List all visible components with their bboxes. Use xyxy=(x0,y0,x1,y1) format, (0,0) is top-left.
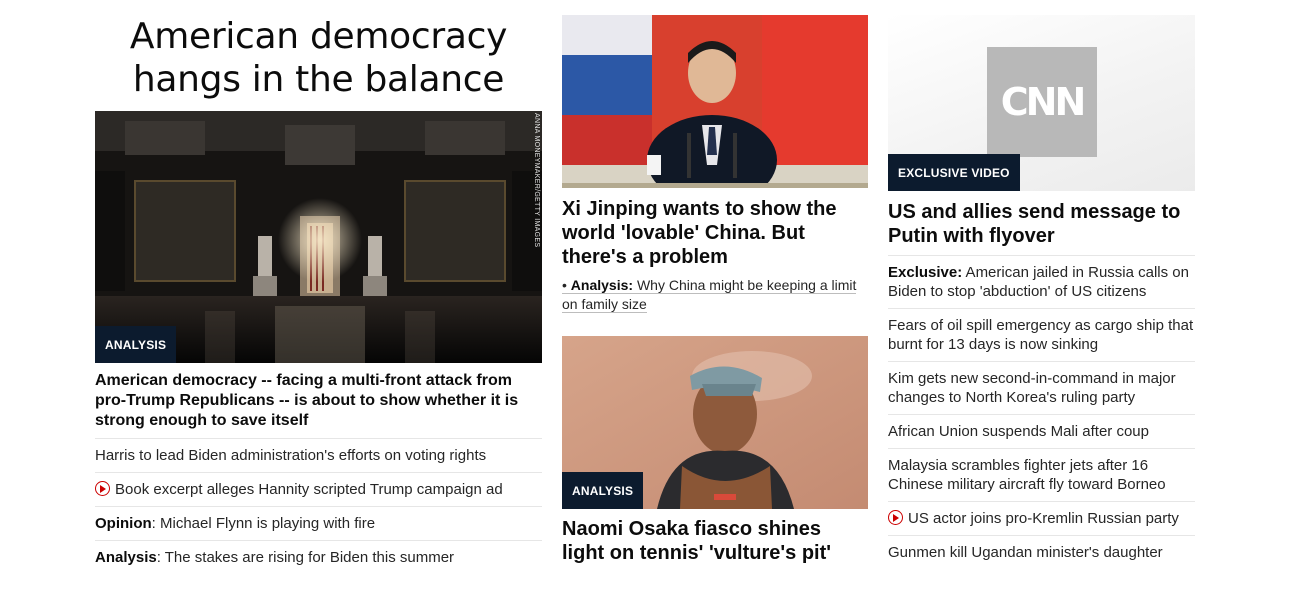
list-item[interactable]: Exclusive: American jailed in Russia cal… xyxy=(888,255,1195,308)
xi-sub-analysis[interactable]: • Analysis: Why China might be keeping a… xyxy=(562,276,868,314)
lead-story-title[interactable]: American democracy -- facing a multi-fro… xyxy=(95,371,542,438)
list-item-prefix: Exclusive: xyxy=(888,264,963,281)
list-item-prefix: Opinion xyxy=(95,515,152,532)
list-item[interactable]: Harris to lead Biden administration's ef… xyxy=(95,438,542,472)
list-item-text: : The stakes are rising for Biden this s… xyxy=(156,549,455,566)
list-item[interactable]: Opinion: Michael Flynn is playing with f… xyxy=(95,506,542,540)
xi-story-title[interactable]: Xi Jinping wants to show the world 'lova… xyxy=(562,197,868,269)
xi-jinping-image[interactable] xyxy=(562,15,868,188)
list-item-text: Gunmen kill Ugandan minister's daughter xyxy=(888,544,1163,561)
list-item[interactable]: Malaysia scrambles fighter jets after 16… xyxy=(888,448,1195,501)
cnn-logo: CNN xyxy=(987,47,1097,157)
list-item-text: Malaysia scrambles fighter jets after 16… xyxy=(888,457,1166,493)
column-right: CNN EXCLUSIVE VIDEO US and allies send m… xyxy=(888,0,1195,569)
list-item-text: Harris to lead Biden administration's ef… xyxy=(95,447,487,464)
osaka-story-title[interactable]: Naomi Osaka fiasco shines light on tenni… xyxy=(562,517,868,565)
cnn-logo-text: CNN xyxy=(1000,80,1086,124)
list-item-prefix: Analysis xyxy=(95,549,157,566)
list-item-text: Kim gets new second-in-command in major … xyxy=(888,370,1176,406)
play-video-icon xyxy=(95,481,110,496)
play-video-icon xyxy=(888,510,903,525)
analysis-badge: ANALYSIS xyxy=(562,472,644,509)
list-item[interactable]: Analysis: The stakes are rising for Bide… xyxy=(95,540,542,574)
list-item-text: African Union suspends Mali after coup xyxy=(888,423,1149,440)
list-item[interactable]: Kim gets new second-in-command in major … xyxy=(888,361,1195,414)
analysis-label: Analysis: xyxy=(570,277,634,293)
bullet: • xyxy=(562,277,567,293)
list-item-text: Fears of oil spill emergency as cargo sh… xyxy=(888,317,1194,353)
list-item[interactable]: Fears of oil spill emergency as cargo sh… xyxy=(888,308,1195,361)
main-headline[interactable]: American democracy hangs in the balance xyxy=(95,15,542,111)
list-item[interactable]: Gunmen kill Ugandan minister's daughter xyxy=(888,535,1195,569)
analysis-badge: ANALYSIS xyxy=(95,326,177,363)
exclusive-video-badge: EXCLUSIVE VIDEO xyxy=(888,154,1020,191)
flyover-story-title[interactable]: US and allies send message to Putin with… xyxy=(888,200,1195,255)
list-item[interactable]: African Union suspends Mali after coup xyxy=(888,414,1195,448)
list-item-text: : Michael Flynn is playing with fire xyxy=(151,515,376,532)
list-item[interactable]: Book excerpt alleges Hannity scripted Tr… xyxy=(95,472,542,506)
naomi-osaka-image[interactable]: ANALYSIS xyxy=(562,336,868,509)
list-item-text: Book excerpt alleges Hannity scripted Tr… xyxy=(115,481,503,498)
capitol-rotunda-image[interactable]: ANNA MONEYMAKER/GETTY IMAGES ANALYSIS xyxy=(95,111,542,363)
column-middle: Xi Jinping wants to show the world 'lova… xyxy=(562,0,868,565)
cnn-placeholder-image[interactable]: CNN EXCLUSIVE VIDEO xyxy=(888,15,1195,191)
image-credit: ANNA MONEYMAKER/GETTY IMAGES xyxy=(533,113,540,248)
list-item[interactable]: US actor joins pro-Kremlin Russian party xyxy=(888,501,1195,535)
column-left: American democracy hangs in the balance xyxy=(95,0,542,574)
list-item-text: US actor joins pro-Kremlin Russian party xyxy=(908,510,1179,527)
analysis-link-wrapper: • Analysis: Why China might be keeping a… xyxy=(562,277,857,313)
